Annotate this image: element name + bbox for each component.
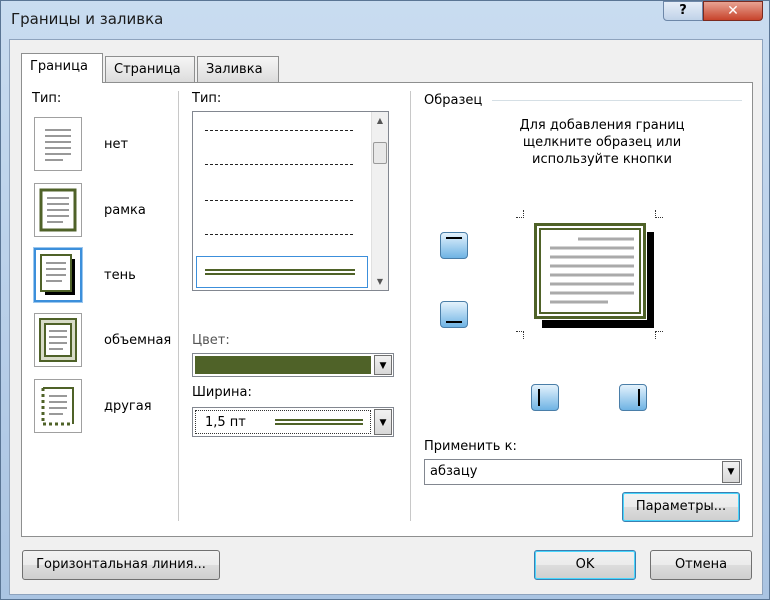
options-button[interactable]: Параметры... (622, 492, 740, 522)
corner-mark (655, 210, 663, 218)
setting-none-icon[interactable] (34, 117, 82, 171)
tab-shading[interactable]: Заливка (197, 56, 279, 82)
width-preview (275, 419, 363, 425)
line-style-list[interactable]: ▲ ▼ (192, 111, 389, 291)
bottom-border-icon[interactable] (440, 301, 468, 328)
scroll-down-icon[interactable]: ▼ (372, 277, 388, 286)
chevron-down-icon[interactable]: ▼ (374, 355, 392, 375)
style-label: Тип: (192, 91, 222, 106)
divider (410, 91, 411, 521)
line-style-option-dashed[interactable] (205, 164, 353, 165)
help-button[interactable]: ? (663, 1, 703, 21)
divider (178, 91, 179, 521)
color-swatch (195, 356, 371, 374)
horizontal-line-button[interactable]: Горизонтальная линия... (22, 550, 220, 580)
list-scrollbar[interactable]: ▲ ▼ (371, 112, 388, 290)
dialog-title: Границы и заливка (11, 10, 164, 28)
color-dropdown[interactable]: ▼ (192, 353, 394, 377)
setting-label: Тип: (32, 91, 62, 106)
corner-mark (516, 331, 524, 339)
setting-3d-icon[interactable] (34, 313, 82, 367)
setting-none-label[interactable]: нет (104, 137, 128, 152)
chevron-down-icon[interactable]: ▼ (722, 461, 740, 483)
left-border-icon[interactable] (531, 384, 559, 411)
color-label: Цвет: (192, 333, 230, 348)
preview-hint: Для добавления границ щелкните образец и… (519, 118, 685, 167)
apply-to-label: Применить к: (424, 439, 517, 454)
apply-to-dropdown[interactable]: абзацу ▼ (424, 459, 742, 485)
chevron-down-icon[interactable]: ▼ (374, 409, 392, 435)
line-style-option-dotted[interactable] (205, 130, 353, 131)
corner-mark (655, 331, 663, 339)
setting-box-label[interactable]: рамка (104, 203, 146, 218)
right-border-icon[interactable] (619, 384, 647, 411)
top-border-icon[interactable] (440, 232, 468, 259)
tab-border[interactable]: Граница (21, 53, 103, 83)
scroll-thumb[interactable] (373, 142, 387, 164)
preview-label: Образец (424, 93, 483, 108)
width-value: 1,5 пт (205, 415, 246, 430)
border-panel: Тип: нет рамка тень объемная другая Тип:… (21, 82, 753, 537)
ok-button[interactable]: OK (534, 550, 636, 580)
preview-page[interactable] (533, 222, 647, 320)
width-dropdown[interactable]: 1,5 пт ▼ (192, 407, 394, 437)
setting-box-icon[interactable] (34, 183, 82, 237)
scroll-up-icon[interactable]: ▲ (372, 116, 388, 125)
line-style-option-dash-dot-dot[interactable] (205, 234, 353, 235)
tab-page[interactable]: Страница (105, 56, 195, 82)
cancel-button[interactable]: Отмена (650, 550, 752, 580)
setting-shadow-icon[interactable] (34, 248, 82, 302)
setting-3d-label[interactable]: объемная (104, 333, 171, 348)
dialog-window: Границы и заливка ? ✕ Граница Страница З… (0, 0, 770, 600)
setting-custom-label[interactable]: другая (104, 399, 152, 414)
setting-shadow-label[interactable]: тень (104, 268, 136, 283)
dialog-client: Граница Страница Заливка Тип: нет рамка … (9, 39, 763, 595)
close-button[interactable]: ✕ (703, 1, 763, 21)
corner-mark (516, 210, 524, 218)
apply-to-value: абзацу (430, 464, 478, 479)
line-style-option-double[interactable] (196, 256, 368, 288)
setting-custom-icon[interactable] (34, 379, 82, 433)
line-style-option-dash-dot[interactable] (205, 200, 353, 201)
width-label: Ширина: (192, 385, 252, 400)
